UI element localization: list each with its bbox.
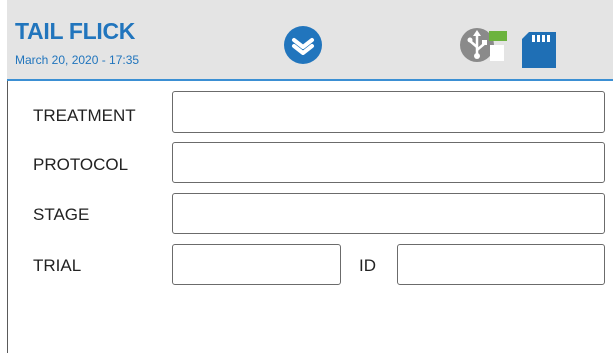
- trial-label: TRIAL: [33, 256, 82, 275]
- sd-card-icon: [520, 30, 558, 70]
- id-field[interactable]: [397, 244, 605, 285]
- treatment-label: TREATMENT: [33, 106, 136, 125]
- protocol-field[interactable]: [172, 142, 605, 183]
- date-time: March 20, 2020 - 17:35: [15, 53, 140, 67]
- usb-icon: [460, 25, 508, 69]
- layers-chevron-icon[interactable]: [283, 25, 323, 65]
- treatment-field[interactable]: [172, 91, 605, 133]
- stage-field[interactable]: [172, 193, 605, 234]
- stage-label: STAGE: [33, 205, 90, 224]
- protocol-label: PROTOCOL: [33, 155, 129, 174]
- trial-field[interactable]: [172, 244, 341, 285]
- header-bar: TAIL FLICK March 20, 2020 - 17:35: [7, 0, 613, 81]
- id-label: ID: [359, 256, 376, 275]
- app-title: TAIL FLICK: [15, 18, 136, 44]
